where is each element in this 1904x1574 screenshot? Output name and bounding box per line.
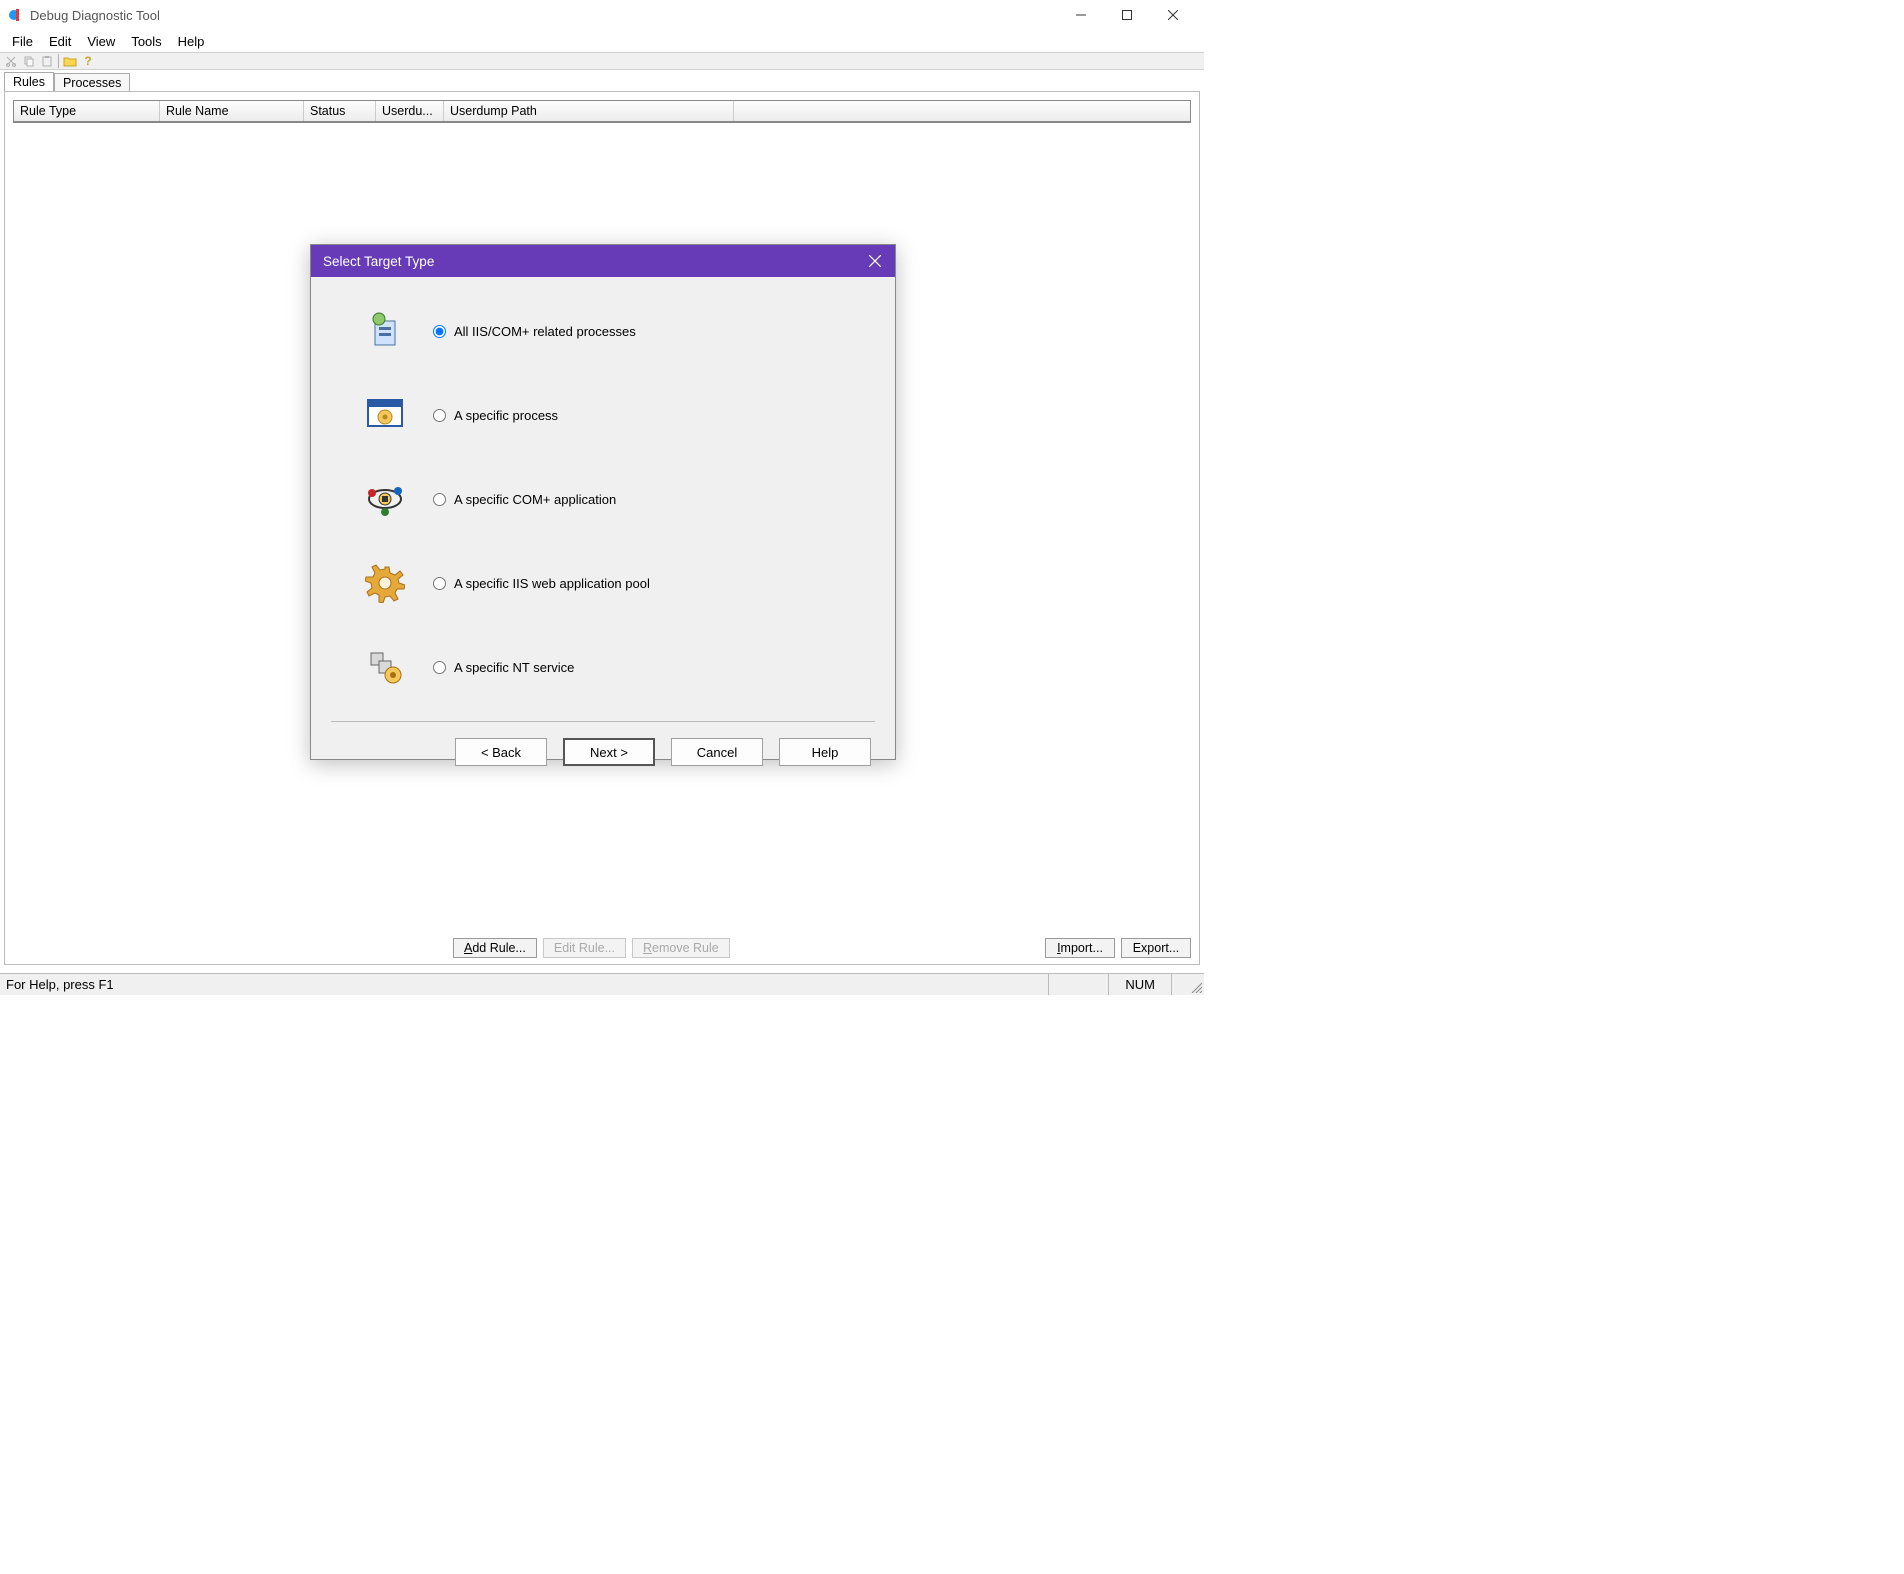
radio-specific-process-input[interactable] xyxy=(433,409,446,422)
radio-all-iis-com[interactable]: All IIS/COM+ related processes xyxy=(433,324,636,339)
option-label: A specific process xyxy=(454,408,558,423)
radio-specific-process[interactable]: A specific process xyxy=(433,408,558,423)
minimize-button[interactable] xyxy=(1058,0,1104,30)
rules-table: Rule Type Rule Name Status Userdu... Use… xyxy=(13,100,1191,123)
menu-tools[interactable]: Tools xyxy=(123,32,169,51)
process-icon xyxy=(361,391,409,439)
cut-icon[interactable] xyxy=(4,54,18,68)
menu-edit[interactable]: Edit xyxy=(41,32,79,51)
import-button[interactable]: Import... xyxy=(1045,938,1115,958)
statusbar: For Help, press F1 NUM xyxy=(0,973,1204,995)
tab-rules[interactable]: Rules xyxy=(4,72,54,92)
dialog-buttons: < Back Next > Cancel Help xyxy=(311,722,895,782)
menu-file[interactable]: File xyxy=(4,32,41,51)
option-label: A specific COM+ application xyxy=(454,492,616,507)
gear-icon xyxy=(361,559,409,607)
status-num: NUM xyxy=(1108,974,1171,995)
col-rule-name[interactable]: Rule Name xyxy=(160,101,304,121)
radio-nt-service[interactable]: A specific NT service xyxy=(433,660,574,675)
select-target-dialog: Select Target Type All IIS/COM+ related … xyxy=(310,244,896,760)
close-button[interactable] xyxy=(1150,0,1196,30)
server-icon xyxy=(361,307,409,355)
edit-rule-button: Edit Rule... xyxy=(543,938,626,958)
radio-nt-service-input[interactable] xyxy=(433,661,446,674)
radio-com-application-input[interactable] xyxy=(433,493,446,506)
window-controls xyxy=(1058,0,1196,30)
col-spacer xyxy=(734,101,1190,121)
radio-iis-pool-input[interactable] xyxy=(433,577,446,590)
dialog-close-button[interactable] xyxy=(855,245,895,277)
col-status[interactable]: Status xyxy=(304,101,376,121)
menu-help[interactable]: Help xyxy=(170,32,213,51)
option-all-iis-com: All IIS/COM+ related processes xyxy=(361,307,865,355)
copy-icon[interactable] xyxy=(22,54,36,68)
radio-all-iis-com-input[interactable] xyxy=(433,325,446,338)
service-icon xyxy=(361,643,409,691)
status-help: For Help, press F1 xyxy=(0,977,1048,992)
titlebar: Debug Diagnostic Tool xyxy=(0,0,1204,30)
col-userdump-path[interactable]: Userdump Path xyxy=(444,101,734,121)
toolbar-separator xyxy=(58,54,59,68)
export-button[interactable]: Export... xyxy=(1121,938,1191,958)
option-label: All IIS/COM+ related processes xyxy=(454,324,636,339)
paste-icon[interactable] xyxy=(40,54,54,68)
status-empty-1 xyxy=(1048,974,1108,995)
menubar: File Edit View Tools Help xyxy=(0,30,1204,52)
table-header: Rule Type Rule Name Status Userdu... Use… xyxy=(14,101,1190,122)
col-rule-type[interactable]: Rule Type xyxy=(14,101,160,121)
dialog-body: All IIS/COM+ related processes A specifi… xyxy=(311,277,895,721)
radio-iis-pool[interactable]: A specific IIS web application pool xyxy=(433,576,650,591)
maximize-button[interactable] xyxy=(1104,0,1150,30)
back-button[interactable]: < Back xyxy=(455,738,547,766)
add-rule-button[interactable]: Add Rule... xyxy=(453,938,537,958)
help-icon[interactable]: ? xyxy=(81,54,95,68)
app-icon xyxy=(8,7,24,23)
help-button[interactable]: Help xyxy=(779,738,871,766)
dialog-titlebar[interactable]: Select Target Type xyxy=(311,245,895,277)
window-title: Debug Diagnostic Tool xyxy=(30,8,1058,23)
option-nt-service: A specific NT service xyxy=(361,643,865,691)
remove-rule-button: Remove Rule xyxy=(632,938,730,958)
bottom-buttons: Add Rule... Edit Rule... Remove Rule Imp… xyxy=(5,938,1199,958)
radio-com-application[interactable]: A specific COM+ application xyxy=(433,492,616,507)
tabstrip: Rules Processes xyxy=(0,70,1204,91)
option-specific-process: A specific process xyxy=(361,391,865,439)
option-iis-pool: A specific IIS web application pool xyxy=(361,559,865,607)
tab-processes[interactable]: Processes xyxy=(54,73,130,92)
col-userdump-count[interactable]: Userdu... xyxy=(376,101,444,121)
folder-icon[interactable] xyxy=(63,54,77,68)
resize-grip[interactable] xyxy=(1171,974,1204,995)
option-label: A specific NT service xyxy=(454,660,574,675)
com-icon xyxy=(361,475,409,523)
option-label: A specific IIS web application pool xyxy=(454,576,650,591)
cancel-button[interactable]: Cancel xyxy=(671,738,763,766)
next-button[interactable]: Next > xyxy=(563,738,655,766)
menu-view[interactable]: View xyxy=(79,32,123,51)
toolbar: ? xyxy=(0,52,1204,70)
option-com-application: A specific COM+ application xyxy=(361,475,865,523)
dialog-title: Select Target Type xyxy=(323,254,855,269)
